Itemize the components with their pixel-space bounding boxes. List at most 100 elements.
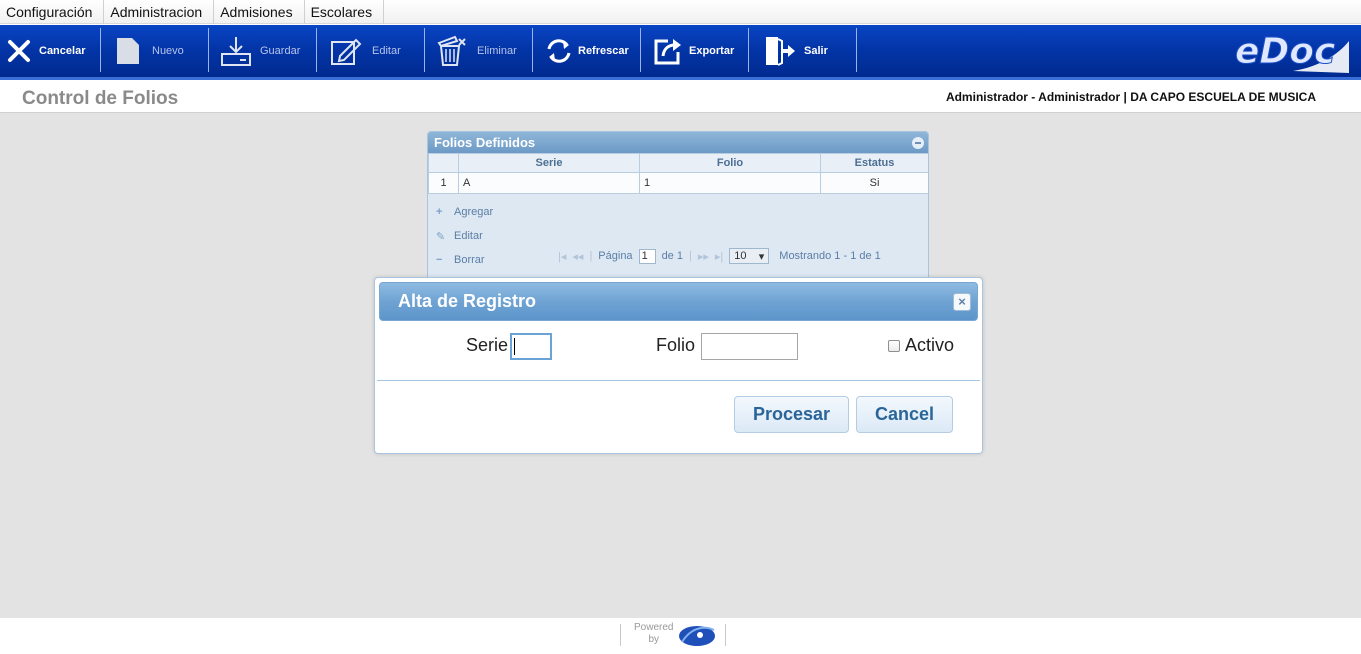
dialog-title: Alta de Registro xyxy=(398,291,537,311)
dialog-close-button[interactable]: × xyxy=(953,293,971,311)
menu-item-administracion[interactable]: Administracion xyxy=(104,0,215,24)
folio-input[interactable] xyxy=(701,333,798,360)
cancel-dialog-button[interactable]: Cancel xyxy=(856,396,953,433)
last-page-icon[interactable]: ▸| xyxy=(715,250,723,263)
pencil-icon: ✎ xyxy=(436,230,446,243)
trash-icon xyxy=(437,35,466,66)
column-header-folio[interactable]: Folio xyxy=(639,153,821,173)
cell-folio[interactable]: 1 xyxy=(639,172,821,194)
folios-table: Serie Folio Estatus 1 A 1 Si xyxy=(428,153,928,194)
export-icon xyxy=(654,39,681,65)
edit-button[interactable]: Editar xyxy=(330,25,401,77)
edit-row-button[interactable]: ✎ Editar xyxy=(436,224,493,248)
plus-icon: + xyxy=(436,206,443,218)
column-header-serie[interactable]: Serie xyxy=(458,153,640,173)
rows-per-page-value: 10 xyxy=(734,250,747,262)
powered-line-2: by xyxy=(648,634,660,645)
toolbar-divider xyxy=(100,28,101,72)
text-caret xyxy=(514,338,515,355)
toolbar-divider xyxy=(316,28,317,72)
refresh-label: Refrescar xyxy=(578,45,629,57)
first-page-icon[interactable]: |◂ xyxy=(558,250,566,263)
chevron-down-icon: ▾ xyxy=(758,250,765,263)
cell-serie[interactable]: A xyxy=(458,172,640,194)
new-button[interactable]: Nuevo xyxy=(116,25,184,77)
save-button[interactable]: Guardar xyxy=(220,25,300,77)
close-icon: × xyxy=(958,294,966,309)
grid-pager: |◂ ◂◂ | Página 1 de 1 | ▸▸ ▸| 10 ▾ Mostra… xyxy=(558,248,881,264)
dialog-header: Alta de Registro × xyxy=(379,282,978,321)
pager-divider: | xyxy=(688,250,692,262)
rows-per-page-select[interactable]: 10 ▾ xyxy=(729,248,770,264)
edit-label: Editar xyxy=(372,45,401,57)
records-info: Mostrando 1 - 1 de 1 xyxy=(779,250,881,262)
folio-label: Folio xyxy=(656,335,696,355)
exit-label: Salir xyxy=(804,45,828,57)
prev-page-icon[interactable]: ◂◂ xyxy=(572,250,583,263)
next-page-icon[interactable]: ▸▸ xyxy=(698,250,709,263)
toolbar-divider xyxy=(640,28,641,72)
table-row[interactable]: 1 A 1 Si xyxy=(428,172,928,194)
toolbar-divider xyxy=(532,28,533,72)
export-label: Exportar xyxy=(689,45,735,57)
pager-divider: | xyxy=(589,250,593,262)
user-info: Administrador - Administrador | DA CAPO … xyxy=(945,90,1316,104)
table-header-row: Serie Folio Estatus xyxy=(428,153,928,173)
save-label: Guardar xyxy=(260,45,301,57)
new-document-icon xyxy=(117,38,139,64)
collapse-icon[interactable] xyxy=(912,137,924,149)
toolbar-divider xyxy=(424,28,425,72)
title-row: Control de Folios Administrador - Admini… xyxy=(0,82,1361,113)
edoc-logo-text: eDoc xyxy=(1235,31,1335,72)
minus-icon: − xyxy=(436,254,443,266)
row-number-header xyxy=(428,153,459,173)
add-row-button[interactable]: + Agregar xyxy=(436,200,493,224)
footer-divider xyxy=(725,624,726,646)
page-number-input[interactable]: 1 xyxy=(638,248,656,264)
edit-row-label: Editar xyxy=(454,230,483,242)
top-menu-bar: Configuración Administracion Admisiones … xyxy=(0,0,1361,24)
process-button[interactable]: Procesar xyxy=(734,396,849,433)
delete-row-label: Borrar xyxy=(454,254,485,266)
menu-item-configuracion[interactable]: Configuración xyxy=(0,0,105,24)
delete-row-button[interactable]: − Borrar xyxy=(436,248,493,272)
delete-label: Eliminar xyxy=(477,45,517,57)
vendor-logo-icon xyxy=(679,626,715,646)
page-label: Página xyxy=(598,250,633,262)
edoc-logo: eDoc xyxy=(1233,27,1351,75)
page-total: de 1 xyxy=(661,250,683,262)
cell-estatus[interactable]: Si xyxy=(820,172,928,194)
grid-caption: Folios Definidos xyxy=(434,135,536,150)
alta-registro-dialog: Alta de Registro × Serie Folio Activo Pr… xyxy=(374,277,983,454)
add-label: Agregar xyxy=(454,206,494,218)
toolbar-divider xyxy=(208,28,209,72)
menu-item-escolares[interactable]: Escolares xyxy=(305,0,385,24)
refresh-icon xyxy=(547,39,571,63)
refresh-button[interactable]: Refrescar xyxy=(546,25,629,77)
new-label: Nuevo xyxy=(152,45,184,57)
main-toolbar: Cancelar Nuevo Guardar Editar Eliminar R… xyxy=(0,25,1361,80)
export-button[interactable]: Exportar xyxy=(654,25,734,77)
delete-button[interactable]: Eliminar xyxy=(435,25,517,77)
powered-line-1: Powered xyxy=(634,622,674,633)
edit-icon xyxy=(331,38,362,65)
download-tray-icon xyxy=(221,37,251,66)
dialog-divider xyxy=(377,380,980,381)
serie-input[interactable] xyxy=(510,333,552,360)
powered-by-text: Powered by xyxy=(634,622,673,646)
menu-item-admisiones[interactable]: Admisiones xyxy=(214,0,305,24)
exit-button[interactable]: Salir xyxy=(764,25,828,77)
row-number: 1 xyxy=(428,172,459,194)
grid-actions: + Agregar ✎ Editar − Borrar xyxy=(436,200,493,272)
folios-grid: Folios Definidos Serie Folio Estatus 1 A… xyxy=(427,131,929,281)
activo-checkbox[interactable] xyxy=(888,340,900,352)
exit-door-icon xyxy=(766,37,795,66)
cancel-label: Cancelar xyxy=(39,45,86,57)
column-header-estatus[interactable]: Estatus xyxy=(820,153,928,173)
footer: Powered by xyxy=(0,618,1361,654)
edoc-logo-graphic: eDoc xyxy=(1235,31,1349,73)
close-icon xyxy=(8,40,30,62)
footer-divider xyxy=(620,624,621,646)
serie-label: Serie xyxy=(466,335,509,355)
cancel-button[interactable]: Cancelar xyxy=(7,25,85,77)
